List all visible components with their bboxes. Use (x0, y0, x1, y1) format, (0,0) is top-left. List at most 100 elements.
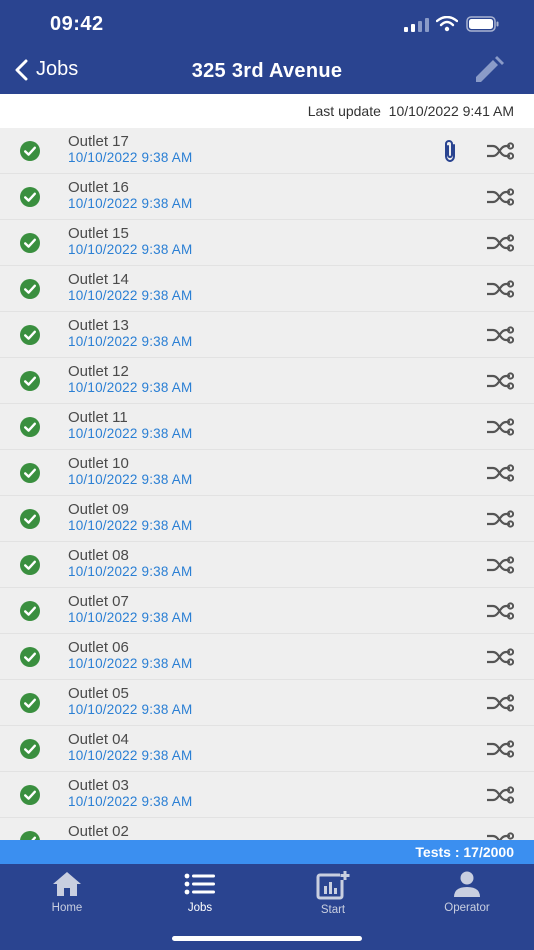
outlet-name: Outlet 09 (68, 501, 129, 518)
check-circle-icon (20, 509, 40, 529)
outlet-date: 10/10/2022 9:38 AM (68, 242, 193, 257)
outlet-row[interactable]: Outlet 15 10/10/2022 9:38 AM (0, 220, 534, 266)
outlet-row[interactable]: Outlet 17 10/10/2022 9:38 AM (0, 128, 534, 174)
outlet-date: 10/10/2022 9:38 AM (68, 610, 193, 625)
outlet-date: 10/10/2022 9:38 AM (68, 472, 193, 487)
check-circle-icon (20, 187, 40, 207)
page-title: 325 3rd Avenue (191, 60, 343, 82)
check-circle-icon (20, 417, 40, 437)
shuffle-icon[interactable] (486, 555, 514, 575)
outlet-row[interactable]: Outlet 02 (0, 818, 534, 840)
check-circle-icon (20, 141, 40, 161)
outlet-row[interactable]: Outlet 07 10/10/2022 9:38 AM (0, 588, 534, 634)
status-time: 09:42 (50, 13, 104, 35)
tab-jobs[interactable]: Jobs (150, 870, 250, 914)
person-icon (454, 871, 480, 897)
outlet-date: 10/10/2022 9:38 AM (68, 702, 193, 717)
check-circle-icon (20, 647, 40, 667)
outlet-name: Outlet 02 (68, 823, 129, 840)
check-circle-icon (20, 739, 40, 759)
check-circle-icon (20, 463, 40, 483)
tab-home[interactable]: Home (17, 870, 117, 914)
outlet-date: 10/10/2022 9:38 AM (68, 334, 193, 349)
shuffle-icon[interactable] (486, 831, 514, 840)
shuffle-icon[interactable] (486, 601, 514, 621)
outlet-name: Outlet 05 (68, 685, 129, 702)
shuffle-icon[interactable] (486, 371, 514, 391)
outlet-name: Outlet 13 (68, 317, 129, 334)
shuffle-icon[interactable] (486, 325, 514, 345)
tab-start[interactable]: Start (283, 870, 383, 916)
outlet-row[interactable]: Outlet 05 10/10/2022 9:38 AM (0, 680, 534, 726)
outlet-name: Outlet 12 (68, 363, 129, 380)
check-circle-icon (20, 693, 40, 713)
add-chart-icon (316, 870, 350, 900)
outlet-row[interactable]: Outlet 11 10/10/2022 9:38 AM (0, 404, 534, 450)
outlet-row[interactable]: Outlet 09 10/10/2022 9:38 AM (0, 496, 534, 542)
check-circle-icon (20, 555, 40, 575)
outlet-row[interactable]: Outlet 13 10/10/2022 9:38 AM (0, 312, 534, 358)
outlet-row[interactable]: Outlet 10 10/10/2022 9:38 AM (0, 450, 534, 496)
shuffle-icon[interactable] (486, 279, 514, 299)
outlet-name: Outlet 03 (68, 777, 129, 794)
outlet-date: 10/10/2022 9:38 AM (68, 196, 193, 211)
outlet-date: 10/10/2022 9:38 AM (68, 656, 193, 671)
outlet-name: Outlet 04 (68, 731, 129, 748)
outlet-date: 10/10/2022 9:38 AM (68, 748, 193, 763)
shuffle-icon[interactable] (486, 647, 514, 667)
outlet-name: Outlet 10 (68, 455, 129, 472)
shuffle-icon[interactable] (486, 739, 514, 759)
check-circle-icon (20, 279, 40, 299)
outlet-row[interactable]: Outlet 08 10/10/2022 9:38 AM (0, 542, 534, 588)
check-circle-icon (20, 785, 40, 805)
shuffle-icon[interactable] (486, 463, 514, 483)
last-update-bar: Last update 10/10/2022 9:41 AM (0, 94, 534, 128)
outlet-name: Outlet 07 (68, 593, 129, 610)
outlet-date: 10/10/2022 9:38 AM (68, 426, 193, 441)
outlet-date: 10/10/2022 9:38 AM (68, 288, 193, 303)
check-circle-icon (20, 233, 40, 253)
outlet-row[interactable]: Outlet 14 10/10/2022 9:38 AM (0, 266, 534, 312)
paperclip-icon[interactable] (440, 139, 462, 163)
outlet-row[interactable]: Outlet 03 10/10/2022 9:38 AM (0, 772, 534, 818)
home-indicator[interactable] (172, 936, 362, 941)
nav-header: 09:42 Jobs 325 3rd Avenue (0, 0, 534, 94)
shuffle-icon[interactable] (486, 693, 514, 713)
list-icon (184, 873, 215, 895)
shuffle-icon[interactable] (486, 417, 514, 437)
check-circle-icon (20, 601, 40, 621)
tab-jobs-label: Jobs (187, 902, 213, 914)
edit-pencil-icon[interactable] (472, 56, 506, 86)
outlet-row[interactable]: Outlet 16 10/10/2022 9:38 AM (0, 174, 534, 220)
tab-operator[interactable]: Operator (417, 870, 517, 914)
outlet-list[interactable]: Outlet 17 10/10/2022 9:38 AM Outlet 16 10/1… (0, 128, 534, 840)
tab-home-label: Home (51, 902, 83, 914)
outlet-date: 10/10/2022 9:38 AM (68, 564, 193, 579)
check-circle-icon (20, 371, 40, 391)
tab-start-label: Start (320, 904, 346, 916)
tests-count-label: Tests : 17/2000 (415, 844, 514, 860)
outlet-name: Outlet 15 (68, 225, 129, 242)
outlet-row[interactable]: Outlet 12 10/10/2022 9:38 AM (0, 358, 534, 404)
battery-icon (466, 16, 499, 32)
outlet-date: 10/10/2022 9:38 AM (68, 150, 193, 165)
outlet-name: Outlet 11 (68, 409, 128, 426)
shuffle-icon[interactable] (486, 233, 514, 253)
outlet-name: Outlet 06 (68, 639, 129, 656)
cellular-signal-icon (404, 18, 429, 32)
outlet-name: Outlet 14 (68, 271, 129, 288)
outlet-row[interactable]: Outlet 06 10/10/2022 9:38 AM (0, 634, 534, 680)
outlet-date: 10/10/2022 9:38 AM (68, 794, 193, 809)
wifi-icon (436, 16, 458, 32)
shuffle-icon[interactable] (486, 141, 514, 161)
outlet-row[interactable]: Outlet 04 10/10/2022 9:38 AM (0, 726, 534, 772)
shuffle-icon[interactable] (486, 785, 514, 805)
tab-operator-label: Operator (444, 902, 490, 914)
check-circle-icon (20, 325, 40, 345)
shuffle-icon[interactable] (486, 509, 514, 529)
outlet-date: 10/10/2022 9:38 AM (68, 380, 193, 395)
outlet-name: Outlet 08 (68, 547, 129, 564)
last-update-label: Last update 10/10/2022 9:41 AM (307, 103, 514, 119)
tests-count-bar: Tests : 17/2000 (0, 840, 534, 864)
shuffle-icon[interactable] (486, 187, 514, 207)
